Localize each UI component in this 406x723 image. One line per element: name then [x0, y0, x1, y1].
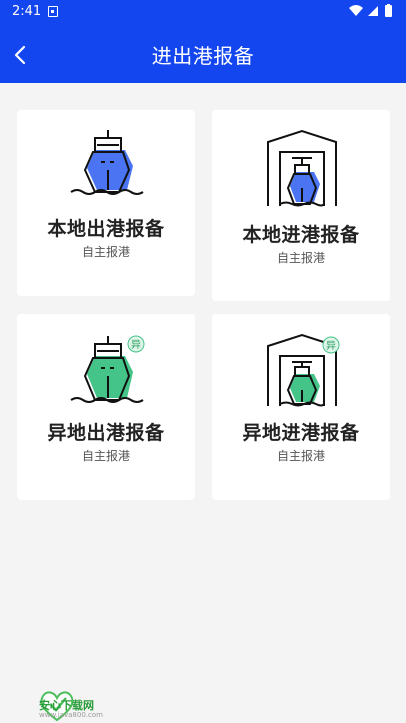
ship-out-icon	[70, 130, 144, 195]
ship-in-hangar-remote-icon: 异	[267, 333, 340, 407]
sim-icon	[48, 6, 58, 17]
remote-badge: 异	[326, 340, 336, 352]
app-bar: 2:41 进出港报备	[0, 0, 406, 83]
card-title: 本地进港报备	[242, 224, 360, 246]
card-remote-departure[interactable]: 异 异地出港报备 自主报港	[17, 314, 195, 500]
watermark-url: www.java800.com	[39, 711, 103, 719]
page-title: 进出港报备	[151, 44, 255, 68]
battery-icon	[385, 5, 392, 17]
signal-icon	[368, 6, 378, 16]
card-title: 异地进港报备	[242, 422, 360, 444]
card-subtitle: 自主报港	[81, 245, 130, 259]
card-subtitle: 自主报港	[276, 251, 325, 265]
card-local-departure[interactable]: 本地出港报备 自主报港	[17, 110, 195, 296]
status-icons	[349, 4, 392, 17]
card-local-arrival[interactable]: 本地进港报备 自主报港	[212, 110, 390, 301]
card-title: 异地出港报备	[47, 422, 165, 444]
remote-badge: 异	[131, 339, 141, 351]
wifi-icon	[349, 5, 363, 16]
card-title: 本地出港报备	[47, 218, 165, 240]
card-subtitle: 自主报港	[81, 449, 130, 463]
card-subtitle: 自主报港	[276, 449, 325, 463]
status-time: 2:41	[12, 4, 42, 19]
card-remote-arrival[interactable]: 异 异地进港报备 自主报港	[212, 314, 390, 500]
ship-out-remote-icon: 异	[70, 335, 145, 403]
ship-in-hangar-icon	[267, 129, 337, 207]
status-bar: 2:41	[0, 0, 406, 24]
